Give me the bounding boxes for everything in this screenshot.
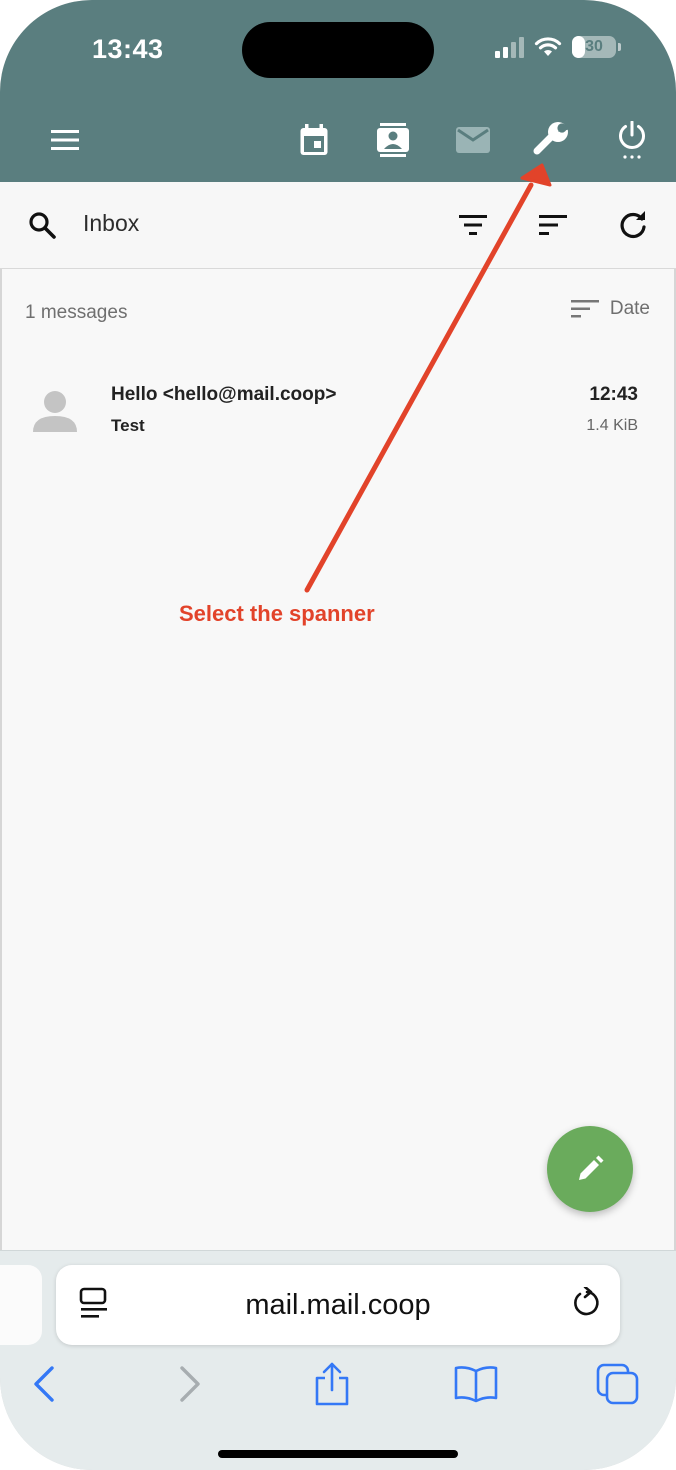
contacts-icon	[377, 123, 409, 157]
sort-button[interactable]	[528, 200, 578, 250]
sort-label: Date	[609, 298, 650, 319]
wifi-icon	[534, 37, 562, 56]
filter-button[interactable]	[448, 200, 498, 250]
logout-button[interactable]	[604, 112, 660, 168]
battery-icon: 30	[572, 36, 621, 58]
power-icon	[619, 121, 645, 159]
mailbox-toolbar: Inbox	[0, 182, 676, 269]
sort-icon	[539, 215, 567, 235]
signal-icon	[495, 36, 524, 58]
contacts-button[interactable]	[365, 112, 421, 168]
search-button[interactable]	[17, 200, 67, 250]
calendar-button[interactable]	[286, 112, 342, 168]
calendar-icon	[300, 124, 328, 155]
bookmarks-button[interactable]	[446, 1357, 506, 1411]
phone-screen: 13:43 30 Inbox 1 messages Date Hello <he…	[0, 0, 676, 1470]
message-count: 1 messages	[25, 302, 128, 323]
tabs-button[interactable]	[588, 1357, 648, 1411]
settings-spanner-button[interactable]	[524, 112, 580, 168]
refresh-icon	[620, 211, 646, 239]
back-button[interactable]	[14, 1357, 74, 1411]
share-icon	[315, 1362, 349, 1406]
message-subject: Test	[111, 416, 145, 435]
url-text: mail.mail.coop	[245, 1289, 431, 1321]
compose-button[interactable]	[547, 1126, 633, 1212]
status-time: 13:43	[92, 34, 164, 64]
message-from: Hello <hello@mail.coop>	[111, 384, 337, 405]
browser-chrome: mail.mail.coop	[0, 1250, 676, 1470]
reload-icon[interactable]	[572, 1287, 602, 1319]
battery-level	[572, 36, 586, 58]
dynamic-island	[242, 22, 434, 78]
mail-icon	[456, 127, 490, 153]
message-row[interactable]: Hello <hello@mail.coop> Test 12:43 1.4 K…	[0, 360, 676, 460]
app-header: 13:43 30	[0, 0, 676, 182]
wrench-icon	[533, 121, 571, 155]
forward-icon	[180, 1366, 200, 1402]
avatar-icon	[33, 391, 77, 432]
menu-button[interactable]	[37, 112, 93, 168]
pencil-icon	[579, 1155, 604, 1180]
bookmarks-icon	[454, 1366, 498, 1403]
filter-icon	[459, 215, 487, 235]
back-icon	[34, 1366, 54, 1402]
previous-tab[interactable]	[0, 1265, 42, 1345]
message-time: 12:43	[589, 384, 638, 405]
share-button[interactable]	[302, 1357, 362, 1411]
refresh-button[interactable]	[608, 200, 658, 250]
search-icon	[29, 212, 56, 239]
tabs-icon	[596, 1363, 639, 1405]
battery-percent: 30	[585, 38, 603, 55]
home-indicator	[218, 1450, 458, 1458]
sort-date-button[interactable]: Date	[570, 298, 650, 320]
status-icons: 30	[495, 36, 621, 58]
forward-button[interactable]	[160, 1357, 220, 1411]
folder-title: Inbox	[83, 210, 140, 236]
message-size: 1.4 KiB	[586, 417, 638, 434]
address-bar[interactable]: mail.mail.coop	[56, 1265, 620, 1345]
sort-lines-icon	[570, 300, 599, 318]
mail-button[interactable]	[445, 112, 501, 168]
menu-icon	[51, 130, 79, 150]
annotation-text: Select the spanner	[179, 601, 375, 626]
